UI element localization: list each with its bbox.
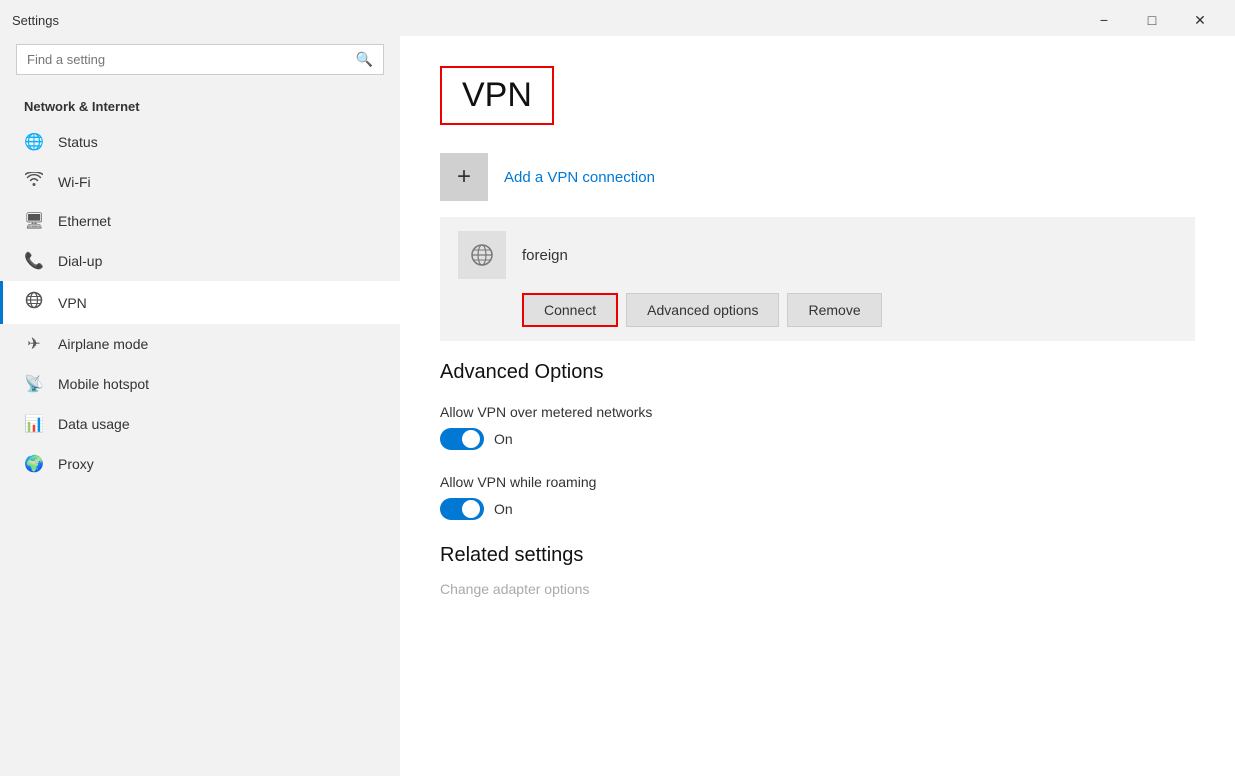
dialup-icon: 📞: [24, 251, 44, 271]
toggle-roaming-label: Allow VPN while roaming: [440, 474, 1195, 490]
add-vpn-row[interactable]: + Add a VPN connection: [440, 153, 1195, 201]
sidebar-item-ethernet[interactable]: 🖥 Ethernet: [0, 201, 400, 241]
sidebar-item-label-ethernet: Ethernet: [58, 213, 111, 229]
toggle-metered-label: Allow VPN over metered networks: [440, 404, 1195, 420]
window-controls: − □ ✕: [1081, 6, 1223, 34]
minimize-button[interactable]: −: [1081, 6, 1127, 34]
toggle-roaming-switch[interactable]: [440, 498, 484, 520]
sidebar-item-label-wifi: Wi-Fi: [58, 174, 91, 190]
toggle-roaming-row: On: [440, 498, 1195, 520]
sidebar-item-airplane[interactable]: ✈ Airplane mode: [0, 324, 400, 364]
sidebar-item-vpn[interactable]: VPN: [0, 281, 400, 324]
app-title: Settings: [12, 13, 59, 28]
vpn-nav-icon: [24, 291, 44, 314]
add-vpn-label[interactable]: Add a VPN connection: [504, 169, 655, 186]
sidebar-item-wifi[interactable]: Wi-Fi: [0, 162, 400, 201]
advanced-options-heading: Advanced Options: [440, 361, 1195, 384]
sidebar-item-label-dialup: Dial-up: [58, 253, 102, 269]
sidebar-item-status[interactable]: 🌐 Status: [0, 122, 400, 162]
related-settings-heading: Related settings: [440, 544, 1195, 567]
wifi-icon: [24, 172, 44, 191]
sidebar: 🔍 Network & Internet 🌐 Status Wi-Fi 🖥 Et…: [0, 36, 400, 776]
sidebar-item-datausage[interactable]: 📊 Data usage: [0, 404, 400, 444]
sidebar-item-label-vpn: VPN: [58, 295, 87, 311]
sidebar-item-label-status: Status: [58, 134, 98, 150]
maximize-button[interactable]: □: [1129, 6, 1175, 34]
airplane-icon: ✈: [24, 334, 44, 354]
sidebar-item-label-proxy: Proxy: [58, 456, 94, 472]
sidebar-item-label-hotspot: Mobile hotspot: [58, 376, 149, 392]
content-area: VPN + Add a VPN connection: [400, 36, 1235, 776]
related-settings-section: Related settings Change adapter options: [440, 544, 1195, 599]
search-icon: 🔍: [356, 51, 373, 68]
status-icon: 🌐: [24, 132, 44, 152]
close-button[interactable]: ✕: [1177, 6, 1223, 34]
toggle-metered-group: Allow VPN over metered networks On: [440, 404, 1195, 450]
search-box[interactable]: 🔍: [16, 44, 384, 75]
sidebar-item-label-datausage: Data usage: [58, 416, 130, 432]
change-adapter-link[interactable]: Change adapter options: [440, 581, 589, 597]
toggle-metered-state: On: [494, 431, 513, 447]
sidebar-item-dialup[interactable]: 📞 Dial-up: [0, 241, 400, 281]
remove-button[interactable]: Remove: [787, 293, 881, 327]
sidebar-item-hotspot[interactable]: 📡 Mobile hotspot: [0, 364, 400, 404]
advanced-options-button[interactable]: Advanced options: [626, 293, 779, 327]
vpn-connection-name: foreign: [522, 247, 568, 264]
toggle-metered-row: On: [440, 428, 1195, 450]
toggle-roaming-group: Allow VPN while roaming On: [440, 474, 1195, 520]
vpn-connection-icon: [458, 231, 506, 279]
connect-button[interactable]: Connect: [522, 293, 618, 327]
page-title: VPN: [462, 76, 532, 114]
add-vpn-icon-box: +: [440, 153, 488, 201]
search-input[interactable]: [27, 52, 356, 67]
vpn-connection-top: foreign: [458, 231, 1177, 279]
toggle-roaming-state: On: [494, 501, 513, 517]
toggle-metered-switch[interactable]: [440, 428, 484, 450]
vpn-title-box: VPN: [440, 66, 554, 125]
advanced-options-section: Advanced Options Allow VPN over metered …: [440, 361, 1195, 520]
vpn-actions: Connect Advanced options Remove: [458, 293, 1177, 327]
app-body: 🔍 Network & Internet 🌐 Status Wi-Fi 🖥 Et…: [0, 36, 1235, 776]
proxy-icon: 🌍: [24, 454, 44, 474]
sidebar-item-proxy[interactable]: 🌍 Proxy: [0, 444, 400, 484]
ethernet-icon: 🖥: [24, 211, 44, 231]
title-bar: Settings − □ ✕: [0, 0, 1235, 36]
sidebar-section-label: Network & Internet: [0, 91, 400, 122]
hotspot-icon: 📡: [24, 374, 44, 394]
datausage-icon: 📊: [24, 414, 44, 434]
sidebar-item-label-airplane: Airplane mode: [58, 336, 148, 352]
plus-icon: +: [457, 163, 471, 191]
vpn-connection-card: foreign Connect Advanced options Remove: [440, 217, 1195, 341]
